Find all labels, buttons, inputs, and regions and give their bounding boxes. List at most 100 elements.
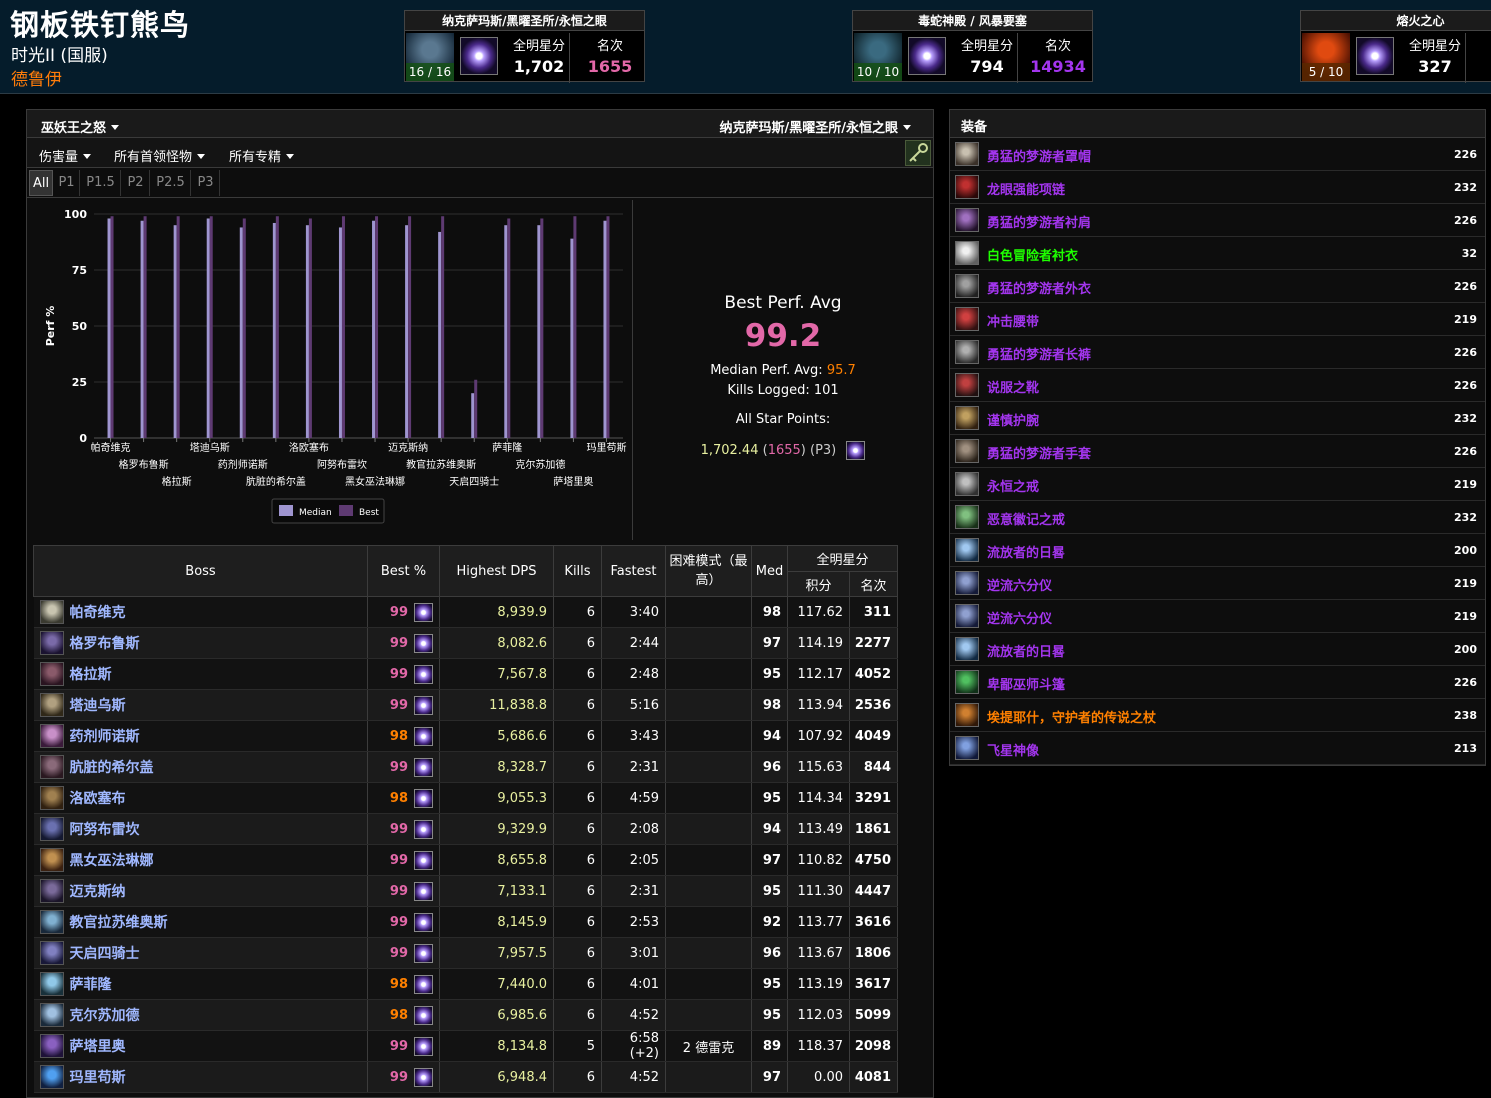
table-row[interactable]: 肮脏的希尔盖 99 8,328.7 6 2:31 96 115.63 844 [33,751,898,783]
gear-item-name[interactable]: 埃提耶什，守护者的传说之杖 [987,707,1156,726]
spec-filter-dropdown[interactable]: 所有专精 [229,146,295,165]
boss-name-link[interactable]: 阿努布雷坎 [70,822,140,838]
col-header-dps[interactable]: Highest DPS [439,545,554,597]
gear-item[interactable]: 流放者的日晷 200 [950,534,1485,567]
col-header-boss[interactable]: Boss [33,545,368,597]
gear-item[interactable]: 谨慎护腕 232 [950,402,1485,435]
metric-dropdown[interactable]: 伤害量 [39,146,92,165]
gear-item[interactable]: 冲击腰带 219 [950,303,1485,336]
zone-card-ssc-tk[interactable]: 毒蛇神殿 / 风暴要塞 10 / 10 全明星分 794 名次 14934 [852,10,1093,83]
tab-p2[interactable]: P2 [122,170,150,196]
gear-item[interactable]: 勇猛的梦游者衬肩 226 [950,204,1485,237]
boss-name-link[interactable]: 帕奇维克 [70,605,126,621]
zone-card-molten-core[interactable]: 熔火之心 5 / 10 全明星分 327 名次 6 [1300,10,1491,83]
table-row[interactable]: 阿努布雷坎 99 9,329.9 6 2:08 94 113.49 1861 [33,813,898,845]
gear-item-name[interactable]: 白色冒险者衬衣 [987,245,1078,264]
gear-item-name[interactable]: 恶意徽记之戒 [987,509,1065,528]
boss-name-link[interactable]: 肮脏的希尔盖 [70,760,154,776]
gear-panel-title: 装备 [950,110,1485,138]
gear-item-name[interactable]: 勇猛的梦游者外衣 [987,278,1091,297]
boss-name-link[interactable]: 天启四骑士 [70,946,140,962]
gear-item-name[interactable]: 勇猛的梦游者手套 [987,443,1091,462]
gear-item[interactable]: 卑鄙巫师斗篷 226 [950,666,1485,699]
gear-item[interactable]: 龙眼强能项链 232 [950,171,1485,204]
table-row[interactable]: 塔迪乌斯 99 11,838.8 6 5:16 98 113.94 2536 [33,689,898,721]
tab-p1-5[interactable]: P1.5 [81,170,121,196]
gear-item[interactable]: 逆流六分仪 219 [950,567,1485,600]
col-header-rank[interactable]: 名次 [849,571,898,597]
tab-p3[interactable]: P3 [192,170,220,196]
boss-name-link[interactable]: 药剂师诺斯 [70,729,140,745]
zone-card-naxx[interactable]: 纳克萨玛斯/黑曜圣所/永恒之眼 16 / 16 全明星分 1,702 名次 16… [404,10,645,83]
table-row[interactable]: 格罗布鲁斯 99 8,082.6 6 2:44 97 114.19 2277 [33,627,898,659]
boss-name-link[interactable]: 迈克斯纳 [70,884,126,900]
gear-item[interactable]: 勇猛的梦游者罩帽 226 [950,138,1485,171]
table-row[interactable]: 教官拉苏维奥斯 99 8,145.9 6 2:53 92 113.77 3616 [33,906,898,938]
col-header-points[interactable]: 积分 [787,571,850,597]
gear-item[interactable]: 白色冒险者衬衣 32 [950,237,1485,270]
col-header-med[interactable]: Med [751,545,788,597]
gear-item[interactable]: 逆流六分仪 219 [950,600,1485,633]
table-row[interactable]: 萨菲隆 98 7,440.0 6 4:01 95 113.19 3617 [33,968,898,1000]
gear-item-name[interactable]: 永恒之戒 [987,476,1039,495]
gear-item-name[interactable]: 勇猛的梦游者罩帽 [987,146,1091,165]
gear-item-name[interactable]: 说服之靴 [987,377,1039,396]
gear-item[interactable]: 永恒之戒 219 [950,468,1485,501]
gear-item-name[interactable]: 飞星神像 [987,740,1039,759]
boss-filter-dropdown[interactable]: 所有首领怪物 [114,146,206,165]
col-header-fastest[interactable]: Fastest [601,545,666,597]
tab-p2-5[interactable]: P2.5 [151,170,191,196]
gear-item-name[interactable]: 冲击腰带 [987,311,1039,330]
gear-item[interactable]: 勇猛的梦游者外衣 226 [950,270,1485,303]
boss-name-link[interactable]: 洛欧塞布 [70,791,126,807]
col-header-hard-mode[interactable]: 困难模式（最高） [665,545,752,597]
gear-item-name[interactable]: 勇猛的梦游者长裤 [987,344,1091,363]
gear-item[interactable]: 勇猛的梦游者手套 226 [950,435,1485,468]
col-header-best[interactable]: Best % [367,545,440,597]
gear-item-name[interactable]: 流放者的日晷 [987,641,1065,660]
boss-name-link[interactable]: 格拉斯 [70,667,112,683]
table-row[interactable]: 黑女巫法琳娜 99 8,655.8 6 2:05 97 110.82 4750 [33,844,898,876]
gear-item[interactable]: 勇猛的梦游者长裤 226 [950,336,1485,369]
table-row[interactable]: 药剂师诺斯 98 5,686.6 6 3:43 94 107.92 4049 [33,720,898,752]
gear-item-name[interactable]: 龙眼强能项链 [987,179,1065,198]
table-row[interactable]: 克尔苏加德 98 6,985.6 6 4:52 95 112.03 5099 [33,999,898,1031]
boss-name-link[interactable]: 克尔苏加德 [70,1008,140,1024]
best-pct: 99 [389,666,408,682]
gear-item-name[interactable]: 逆流六分仪 [987,575,1052,594]
table-row[interactable]: 萨塔里奥 99 8,134.8 5 6:58 (+2) 2 德雷克 89 118.37 2098 [33,1030,898,1062]
table-row[interactable]: 帕奇维克 99 8,939.9 6 3:40 98 117.62 311 [33,596,898,628]
boss-name-link[interactable]: 格罗布鲁斯 [70,636,140,652]
boss-name-link[interactable]: 教官拉苏维奥斯 [70,915,168,931]
hard-mode [665,906,752,938]
gear-item-name[interactable]: 逆流六分仪 [987,608,1052,627]
gear-item-name[interactable]: 谨慎护腕 [987,410,1039,429]
boss-name-link[interactable]: 黑女巫法琳娜 [70,853,154,869]
gear-item[interactable]: 流放者的日晷 200 [950,633,1485,666]
tab-p1[interactable]: P1 [54,170,80,196]
gear-item-name[interactable]: 勇猛的梦游者衬肩 [987,212,1091,231]
boss-name-link[interactable]: 萨塔里奥 [70,1039,126,1055]
col-header-kills[interactable]: Kills [553,545,602,597]
table-row[interactable]: 洛欧塞布 98 9,055.3 6 4:59 95 114.34 3291 [33,782,898,814]
gear-item[interactable]: 说服之靴 226 [950,369,1485,402]
table-row[interactable]: 格拉斯 99 7,567.8 6 2:48 95 112.17 4052 [33,658,898,690]
boss-name-link[interactable]: 塔迪乌斯 [70,698,126,714]
table-row[interactable]: 天启四骑士 99 7,957.5 6 3:01 96 113.67 1806 [33,937,898,969]
tab-all[interactable]: All [29,170,53,196]
gear-item-name[interactable]: 卑鄙巫师斗篷 [987,674,1065,693]
kills-logged: Kills Logged: 101 [633,383,933,398]
boss-name-link[interactable]: 玛里苟斯 [70,1070,126,1086]
table-row[interactable]: 玛里苟斯 99 6,948.4 6 4:52 97 0.00 4081 [33,1061,898,1093]
key-button[interactable] [905,140,931,166]
gear-item[interactable]: 恶意徽记之戒 232 [950,501,1485,534]
table-row[interactable]: 迈克斯纳 99 7,133.1 6 2:31 95 111.30 4447 [33,875,898,907]
zone-dropdown[interactable]: 纳克萨玛斯/黑曜圣所/永恒之眼 [720,117,911,136]
boss-name-link[interactable]: 萨菲隆 [70,977,112,993]
gear-item[interactable]: 埃提耶什，守护者的传说之杖 238 [950,699,1485,732]
boss-cell: 肮脏的希尔盖 [33,751,368,783]
gear-item[interactable]: 飞星神像 213 [950,732,1485,765]
expansion-dropdown[interactable]: 巫妖王之怒 [41,117,120,136]
gear-item-name[interactable]: 流放者的日晷 [987,542,1065,561]
zone-art-icon: 5 / 10 [1302,33,1350,81]
